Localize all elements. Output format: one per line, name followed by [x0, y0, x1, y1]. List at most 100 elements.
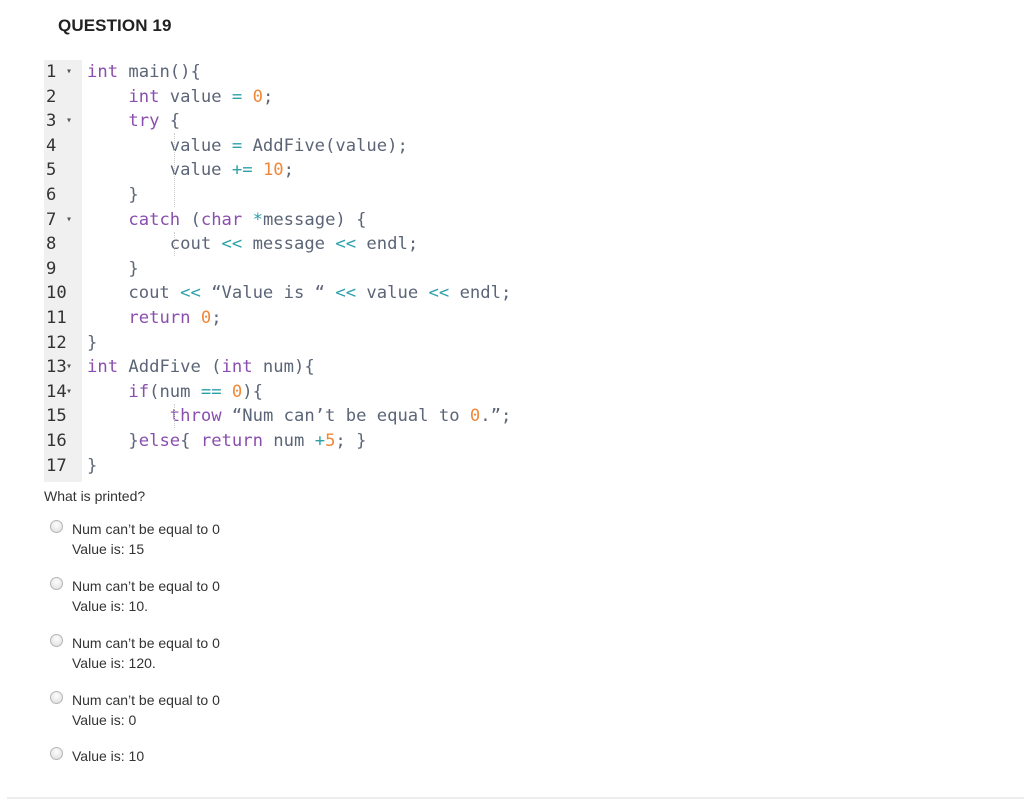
code-token: ; } [335, 430, 367, 451]
line-number: 11 [46, 307, 67, 328]
indent-guide [174, 232, 175, 256]
radio-button[interactable] [50, 520, 63, 533]
code-token: “Value is “ [200, 283, 336, 304]
option-line-1: Value is: 10 [72, 748, 145, 764]
option-label[interactable]: Value is: 10 [72, 746, 144, 766]
code-token: int [87, 62, 119, 82]
code-token: value [87, 160, 232, 181]
code-token: ; [262, 86, 274, 107]
fold-arrow-icon[interactable]: ▾ [66, 60, 72, 85]
code-token: return [128, 307, 191, 328]
option-label[interactable]: Num can’t be equal to 0 Value is: 120. [72, 633, 220, 673]
code-token: ; [283, 160, 294, 181]
option-line-2: Value is: 120. [72, 655, 156, 671]
code-token: value [356, 283, 429, 304]
line-number: 7 [46, 209, 57, 230]
code-text: int AddFive (int num){ [87, 355, 315, 380]
code-token: endl; [356, 234, 419, 255]
code-token: = [231, 86, 243, 107]
option-line-2: Value is: 0 [72, 712, 137, 728]
code-token: 0 [252, 86, 263, 107]
code-token: AddFive(value); [242, 135, 408, 156]
code-token: ( [180, 209, 201, 230]
code-text: cout << “Value is “ << value << endl; [87, 281, 511, 306]
line-number: 6 [46, 184, 57, 205]
radio-button[interactable] [50, 634, 63, 647]
code-token: } [87, 430, 139, 451]
code-token: += [231, 160, 253, 181]
code-token: << [335, 234, 357, 255]
code-text: try { [87, 109, 180, 134]
line-number: 13 [46, 357, 67, 378]
code-token: } [87, 258, 139, 279]
option-line-1: Num can’t be equal to 0 [72, 635, 220, 651]
code-token: if [128, 381, 150, 402]
line-number: 2 [46, 86, 57, 107]
code-token: 0 [469, 406, 481, 427]
code-token: 5 [325, 430, 336, 451]
code-token: “Num can’t be equal to [221, 406, 470, 427]
radio-button[interactable] [50, 747, 63, 760]
code-text: } [87, 183, 139, 208]
code-token: endl; [449, 283, 512, 304]
code-token: num [262, 430, 315, 451]
option-line-1: Num can’t be equal to 0 [72, 578, 220, 594]
code-token: } [87, 184, 139, 205]
radio-button[interactable] [50, 691, 63, 704]
fold-arrow-icon[interactable]: ▾ [66, 109, 72, 134]
code-text: catch (char *message) { [87, 208, 366, 233]
code-token: cout [87, 283, 181, 304]
code-token: << [221, 234, 243, 255]
option-label[interactable]: Num can’t be equal to 0 Value is: 10. [72, 576, 220, 616]
code-token: == [200, 381, 222, 402]
code-token: << [180, 283, 201, 304]
code-token: ){ [242, 381, 263, 402]
code-text: } [87, 454, 97, 479]
code-token: int [221, 357, 253, 378]
code-token: } [87, 332, 98, 353]
code-token: message) { [262, 209, 367, 230]
option-label[interactable]: Num can’t be equal to 0 Value is: 0 [72, 690, 220, 730]
code-token: try [128, 111, 160, 132]
fold-arrow-icon[interactable]: ▾ [66, 355, 72, 380]
line-number: 4 [46, 135, 57, 156]
line-number: 9 [46, 258, 57, 279]
code-token: { [180, 430, 201, 451]
option-label[interactable]: Num can’t be equal to 0 Value is: 15 [72, 519, 220, 559]
code-text: return 0; [87, 306, 221, 331]
code-token: char [200, 209, 243, 230]
code-token: else [138, 430, 181, 451]
code-token: 0 [231, 381, 243, 402]
line-number: 14 [46, 381, 67, 402]
code-text: } [87, 257, 139, 282]
radio-button[interactable] [50, 577, 63, 590]
code-token: + [314, 430, 326, 451]
code-token: { [159, 111, 181, 132]
code-token: 10 [262, 160, 284, 181]
option-line-2: Value is: 10. [72, 598, 149, 614]
code-text: throw “Num can’t be equal to 0.”; [87, 404, 512, 429]
fold-arrow-icon[interactable]: ▾ [66, 208, 72, 233]
code-text: int value = 0; [87, 85, 273, 110]
code-text: int main(){ [87, 60, 201, 85]
code-token: main(){ [118, 62, 201, 82]
code-token: catch [128, 209, 181, 230]
code-token: << [428, 283, 450, 304]
line-number: 15 [46, 406, 67, 427]
code-token: return [200, 430, 263, 451]
fold-arrow-icon[interactable]: ▾ [66, 380, 72, 405]
line-number: 10 [46, 283, 67, 304]
code-token: } [87, 455, 98, 476]
code-token: (num [149, 381, 201, 402]
line-number: 3 [46, 111, 57, 132]
question-prompt: What is printed? [44, 488, 146, 504]
